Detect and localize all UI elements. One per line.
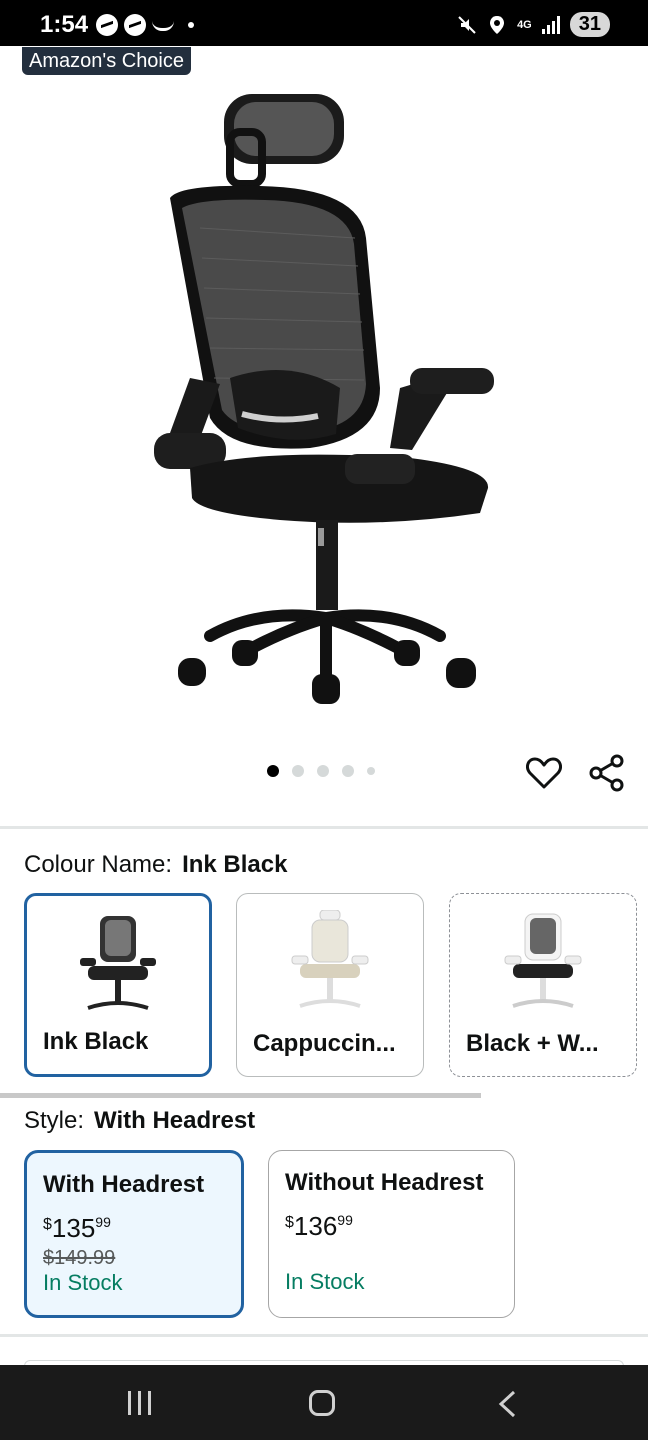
amazon-smile-icon	[152, 21, 174, 31]
style-option-was-price: $149.99	[43, 1247, 116, 1269]
carousel-dot	[342, 765, 354, 777]
section-divider	[0, 1334, 648, 1337]
style-option-title: Without Headrest	[285, 1169, 484, 1196]
colour-option-name: Cappuccin...	[253, 1030, 396, 1057]
battery-level: 31	[569, 12, 610, 37]
chair-thumbnail	[504, 913, 582, 1008]
style-option-with-headrest[interactable]: With Headrest $13599 $149.99 In Stock	[24, 1150, 244, 1318]
mute-icon	[458, 15, 476, 34]
colour-option-black-white[interactable]: Black + W...	[449, 893, 637, 1077]
heart-icon[interactable]	[526, 756, 562, 790]
image-carousel-indicator	[267, 765, 375, 777]
messenger-icon	[96, 14, 118, 36]
location-icon	[490, 15, 505, 34]
style-option-title: With Headrest	[43, 1171, 205, 1198]
colour-option-name: Ink Black	[43, 1028, 149, 1055]
status-bar: 1:54 4G 31	[0, 0, 648, 46]
chair-thumbnail	[80, 916, 156, 1010]
style-label-row: Style: With Headrest	[24, 1107, 255, 1135]
messenger-icon	[124, 14, 146, 36]
style-selected-value: With Headrest	[94, 1107, 256, 1134]
carousel-dot	[317, 765, 329, 777]
colour-selected-value: Ink Black	[182, 851, 288, 878]
back-icon[interactable]	[496, 1390, 518, 1418]
recent-apps-icon[interactable]	[128, 1391, 151, 1415]
amazons-choice-badge: Amazon's Choice	[22, 47, 191, 75]
colour-label: Colour Name:	[24, 851, 173, 878]
style-option-stock: In Stock	[43, 1270, 123, 1295]
colour-option-cappuccino[interactable]: Cappuccin...	[236, 893, 424, 1077]
product-image[interactable]	[140, 88, 510, 708]
style-option-price: $13599	[43, 1213, 111, 1243]
section-divider	[0, 826, 648, 829]
style-label: Style:	[24, 1107, 85, 1134]
notification-icons	[96, 14, 194, 36]
style-option-was-price	[285, 1245, 498, 1269]
style-option-price: $13699	[285, 1211, 353, 1241]
colour-option-name: Black + W...	[466, 1030, 599, 1057]
carousel-dot	[267, 765, 279, 777]
colour-scrollbar[interactable]	[0, 1093, 481, 1098]
more-notifications-icon	[188, 22, 194, 28]
carousel-dot	[367, 767, 375, 775]
share-icon[interactable]	[588, 754, 626, 792]
system-icons: 4G 31	[457, 12, 610, 37]
carousel-dot	[292, 765, 304, 777]
status-time: 1:54	[40, 11, 89, 38]
navigation-bar	[0, 1365, 648, 1440]
colour-option-ink-black[interactable]: Ink Black	[24, 893, 212, 1077]
home-icon[interactable]	[309, 1390, 335, 1416]
style-option-stock: In Stock	[285, 1269, 365, 1294]
style-option-without-headrest[interactable]: Without Headrest $13699 In Stock	[268, 1150, 515, 1318]
signal-icon	[541, 15, 560, 34]
chair-thumbnail	[291, 910, 369, 1008]
colour-label-row: Colour Name: Ink Black	[24, 851, 287, 879]
network-type: 4G	[517, 18, 532, 31]
